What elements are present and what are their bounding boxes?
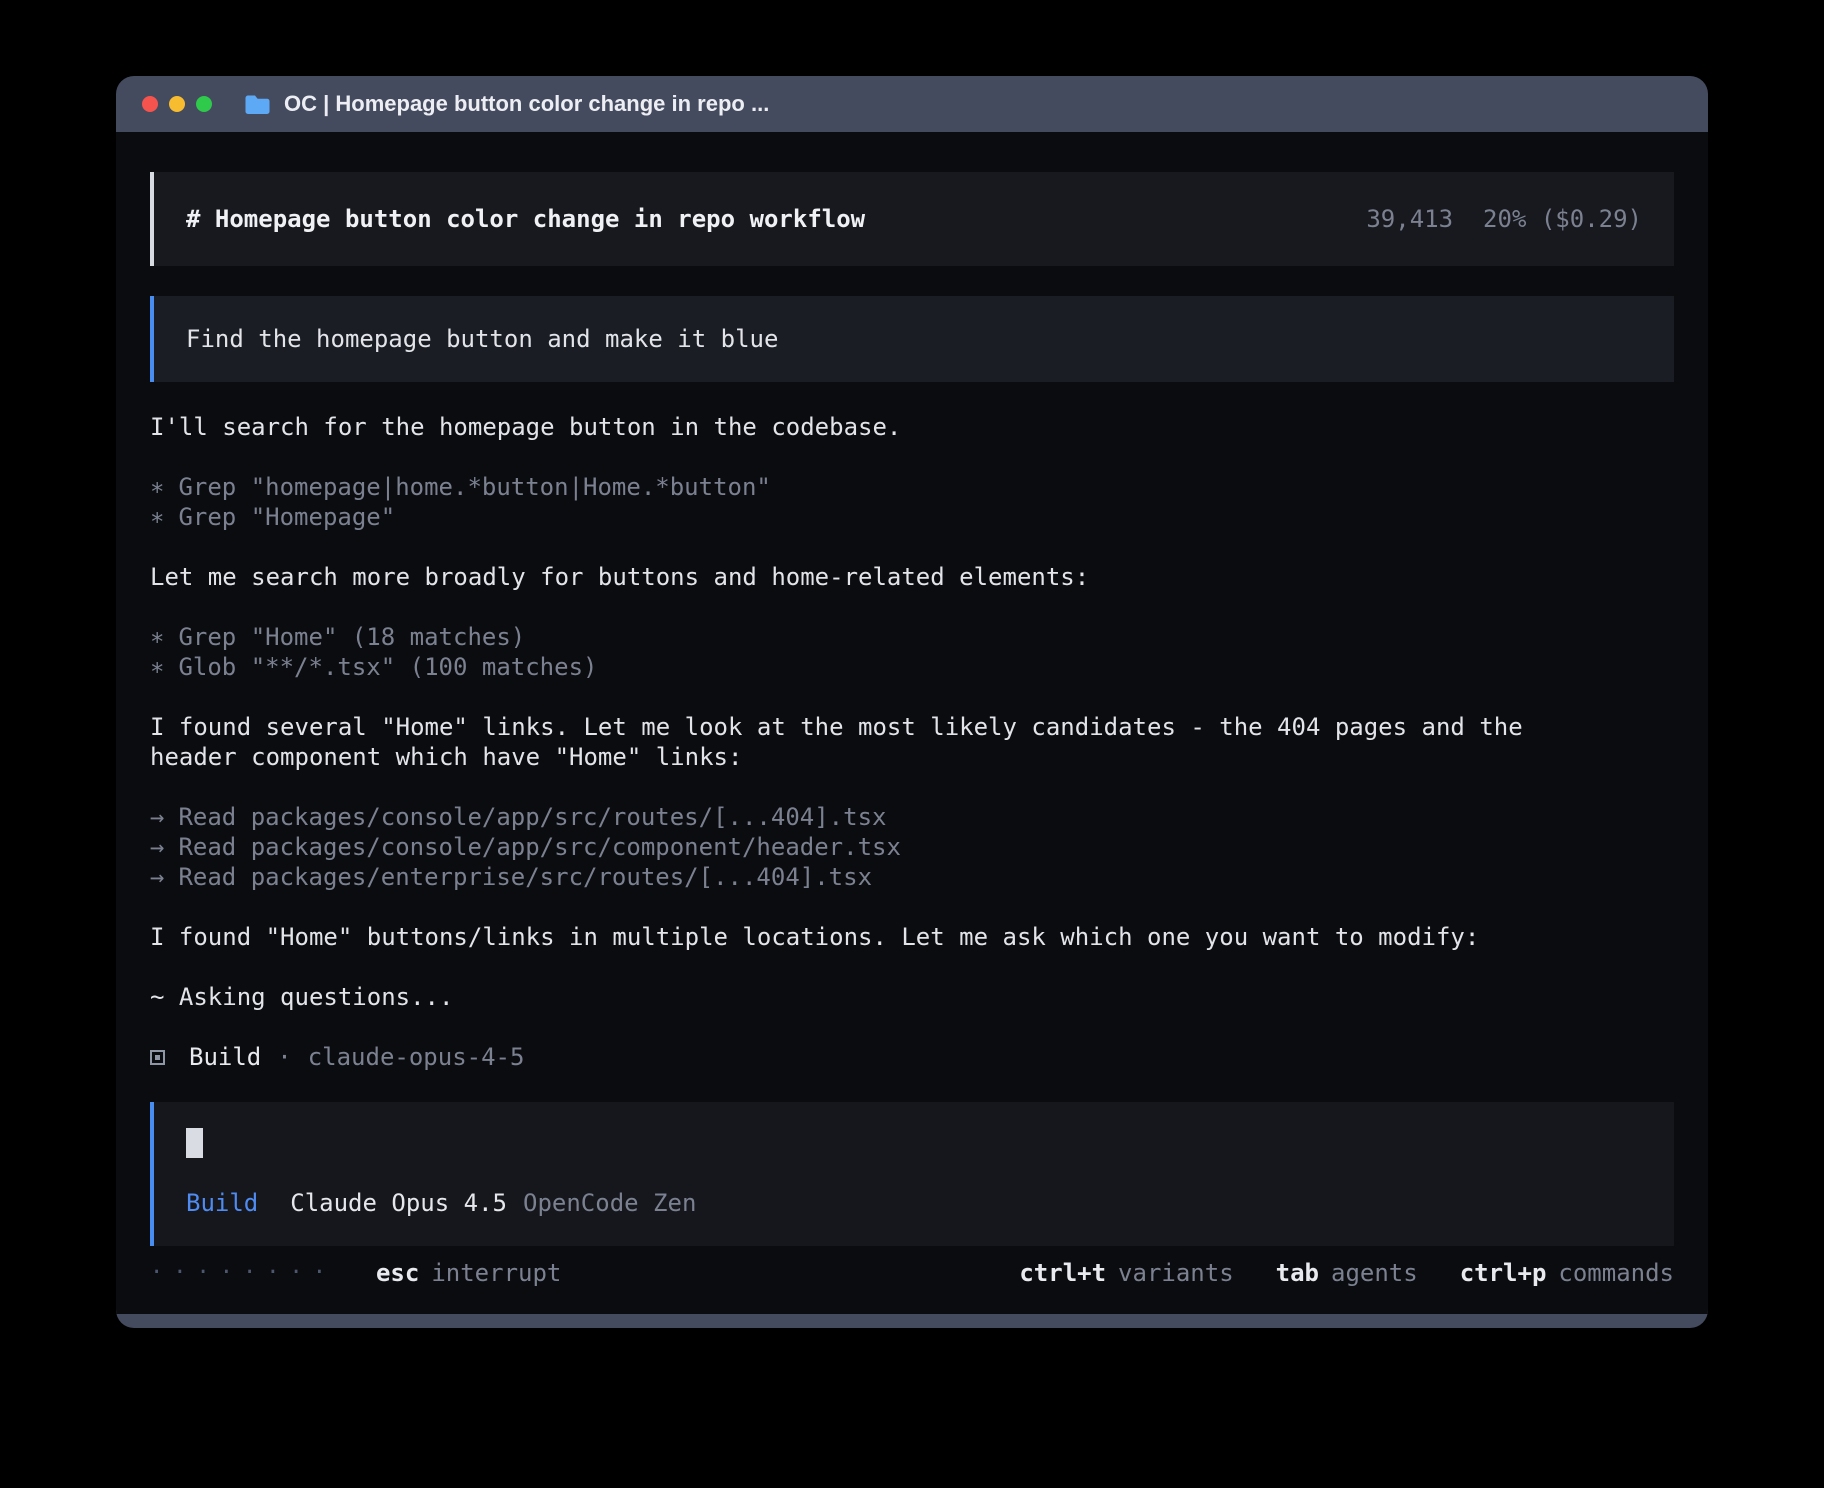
tool-bullet-icon: ∗ — [150, 472, 164, 502]
tool-call: → Read packages/enterprise/src/routes/[..… — [150, 862, 1674, 892]
prompt-input[interactable]: Build Claude Opus 4.5 OpenCode Zen — [150, 1102, 1674, 1246]
shortcut-agents: tabagents — [1276, 1258, 1418, 1288]
user-message: Find the homepage button and make it blu… — [150, 296, 1674, 382]
tool-call-text: Grep "Homepage" — [178, 503, 395, 531]
read-arrow-icon: → — [150, 832, 164, 862]
tool-call: → Read packages/console/app/src/component… — [150, 832, 1674, 862]
tool-bullet-icon: ∗ — [150, 622, 164, 652]
status-bar: ········ escinterrupt ctrl+tvariants tab… — [150, 1258, 1674, 1288]
assistant-message: I'll search for the homepage button in t… — [150, 412, 1570, 442]
token-count: 39,413 — [1366, 204, 1453, 234]
tool-call-text: Read packages/console/app/src/routes/[..… — [178, 803, 886, 831]
terminal-window: OC | Homepage button color change in rep… — [116, 76, 1708, 1328]
tool-call-text: Glob "**/*.tsx" (100 matches) — [178, 653, 597, 681]
traffic-lights — [142, 96, 212, 112]
session-title: # Homepage button color change in repo w… — [186, 204, 865, 234]
zoom-button[interactable] — [196, 96, 212, 112]
window-title: OC | Homepage button color change in rep… — [284, 91, 769, 117]
tool-call-group: ∗ Grep "homepage|home.*button|Home.*butto… — [150, 472, 1674, 532]
agent-build-icon — [150, 1050, 165, 1065]
assistant-message: Let me search more broadly for buttons a… — [150, 562, 1570, 592]
tool-call: ∗ Grep "Homepage" — [150, 502, 1674, 532]
tool-call-text: Grep "Home" (18 matches) — [178, 623, 525, 651]
tool-call-text: Grep "homepage|home.*button|Home.*button… — [178, 473, 770, 501]
minimize-button[interactable] — [169, 96, 185, 112]
tool-bullet-icon: ∗ — [150, 502, 164, 532]
read-arrow-icon: → — [150, 862, 164, 892]
spinner-dots: ········ — [150, 1258, 336, 1288]
agent-separator: · — [277, 1042, 291, 1072]
shortcut-interrupt: escinterrupt — [376, 1258, 561, 1288]
tool-call: ∗ Grep "homepage|home.*button|Home.*butto… — [150, 472, 1674, 502]
assistant-message: I found "Home" buttons/links in multiple… — [150, 922, 1570, 952]
tool-call-group: → Read packages/console/app/src/routes/[.… — [150, 802, 1674, 892]
tool-call: ∗ Grep "Home" (18 matches) — [150, 622, 1674, 652]
tool-bullet-icon: ∗ — [150, 652, 164, 682]
user-message-text: Find the homepage button and make it blu… — [186, 325, 778, 353]
tool-call-text: Read packages/console/app/src/component/… — [178, 833, 900, 861]
text-cursor — [186, 1128, 203, 1158]
tool-call: ∗ Glob "**/*.tsx" (100 matches) — [150, 652, 1674, 682]
window-titlebar[interactable]: OC | Homepage button color change in rep… — [116, 76, 1708, 132]
context-usage: 20% ($0.29) — [1483, 204, 1642, 234]
tool-call: → Read packages/console/app/src/routes/[.… — [150, 802, 1674, 832]
model-provider: OpenCode Zen — [523, 1188, 696, 1218]
folder-icon — [244, 94, 271, 115]
shortcut-variants: ctrl+tvariants — [1019, 1258, 1233, 1288]
agent-model: claude-opus-4-5 — [308, 1042, 525, 1072]
model-status-line: Build Claude Opus 4.5 OpenCode Zen — [186, 1188, 1642, 1218]
agent-status: Build · claude-opus-4-5 — [150, 1042, 1674, 1072]
shortcut-commands: ctrl+pcommands — [1460, 1258, 1674, 1288]
session-meta: 39,413 20% ($0.29) — [1366, 204, 1642, 234]
close-button[interactable] — [142, 96, 158, 112]
status-line: ~ Asking questions... — [150, 982, 1570, 1012]
read-arrow-icon: → — [150, 802, 164, 832]
session-header: # Homepage button color change in repo w… — [150, 172, 1674, 266]
tool-call-text: Read packages/enterprise/src/routes/[...… — [178, 863, 872, 891]
assistant-message: I found several "Home" links. Let me loo… — [150, 712, 1570, 772]
terminal-content: # Homepage button color change in repo w… — [116, 132, 1708, 1314]
agent-name: Build — [189, 1042, 261, 1072]
tool-call-group: ∗ Grep "Home" (18 matches) ∗ Glob "**/*.ts… — [150, 622, 1674, 682]
agent-mode[interactable]: Build — [186, 1188, 258, 1218]
model-name[interactable]: Claude Opus 4.5 — [290, 1188, 507, 1218]
